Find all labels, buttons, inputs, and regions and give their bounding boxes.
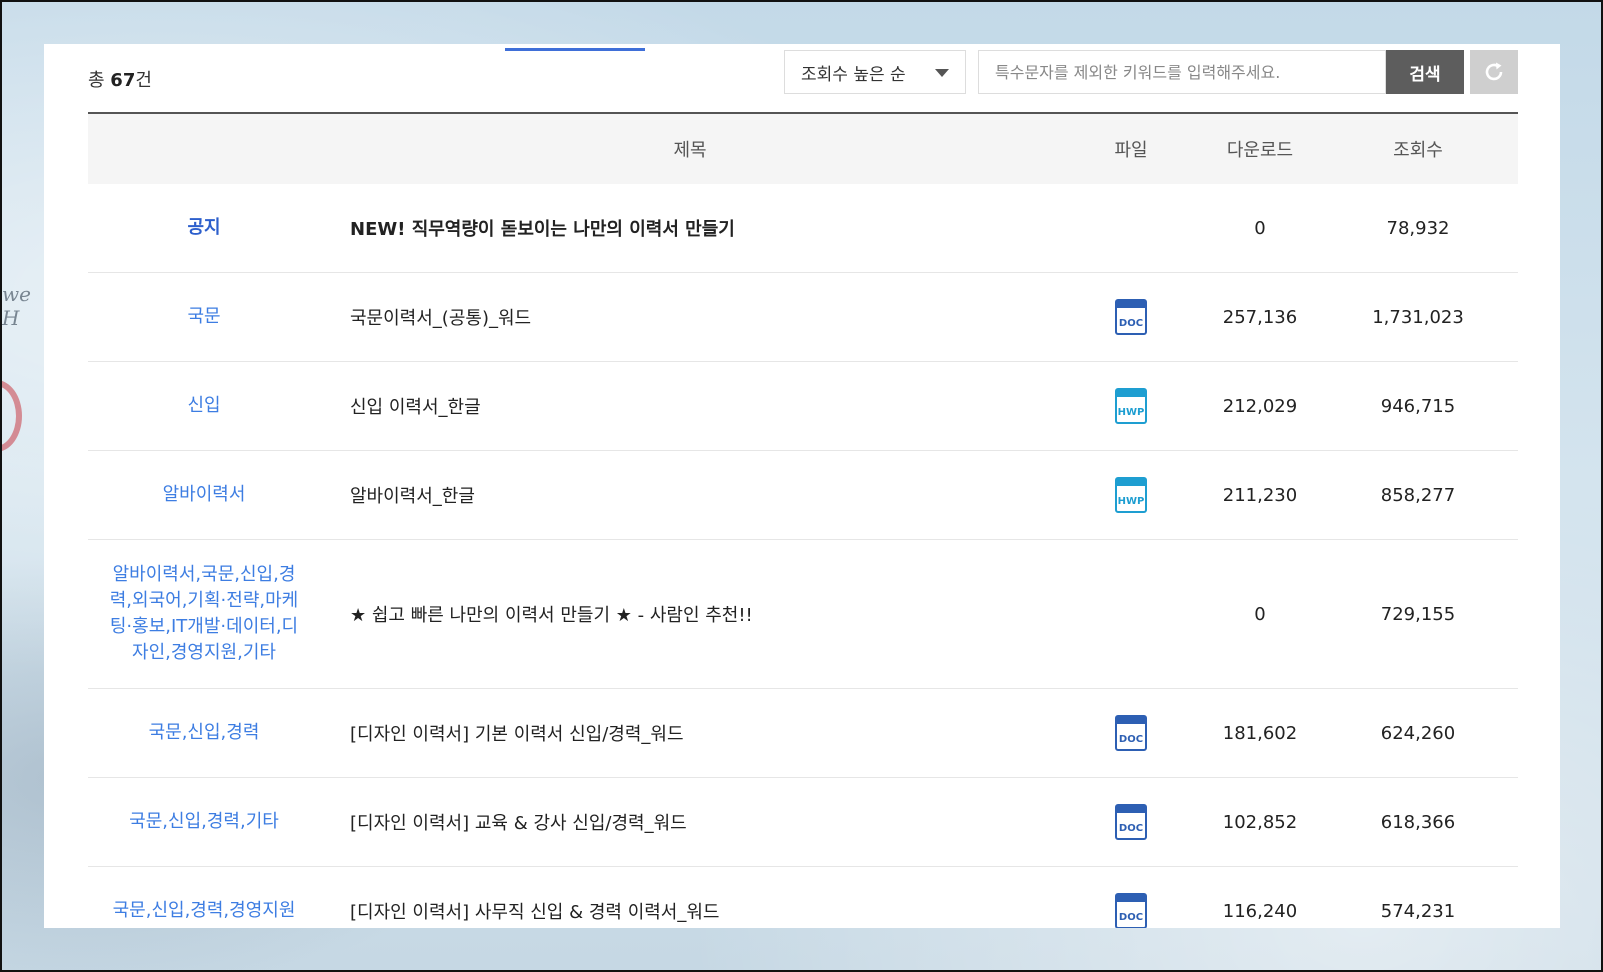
sort-selected-label: 조회수 높은 순 [801,64,906,85]
search-button[interactable]: 검색 [1386,50,1464,94]
doc-file-icon[interactable]: DOC [1115,893,1147,928]
row-category[interactable]: 국문,신입,경력,기타 [88,777,320,867]
row-file-cell: HWP [1060,361,1202,451]
doc-file-icon-label: DOC [1119,823,1143,834]
row-downloads: 0 [1202,539,1318,689]
doc-file-icon-label: DOC [1119,734,1143,745]
background-scribble: H [2,306,20,330]
template-table: 제목 파일 다운로드 조회수 공지 NEW! 직무역량이 돋보이는 나만의 이력… [88,112,1518,928]
hwp-file-icon[interactable]: HWP [1115,477,1147,513]
list-toolbar: 총 67건 조회수 높은 순 검색 [44,44,1560,114]
row-title-link[interactable]: [디자인 이력서] 기본 이력서 신입/경력_워드 [320,688,1060,778]
doc-file-icon[interactable]: DOC [1115,715,1147,751]
row-title-link[interactable]: NEW! 직무역량이 돋보이는 나만의 이력서 만들기 [320,184,1060,273]
doc-file-icon-label: DOC [1119,912,1143,923]
doc-file-icon[interactable]: DOC [1115,299,1147,335]
row-title-link[interactable]: 국문이력서_(공통)_워드 [320,272,1060,362]
row-category[interactable]: 신입 [88,361,320,451]
table-row[interactable]: 공지 NEW! 직무역량이 돋보이는 나만의 이력서 만들기 0 78,932 [88,184,1518,273]
row-category[interactable]: 국문,신입,경력,경영지원 [88,866,320,928]
row-file-cell: DOC [1060,688,1202,778]
row-category[interactable]: 알바이력서,국문,신입,경력,외국어,기획·전략,마케팅·홍보,IT개발·데이터… [88,539,320,689]
row-title-link[interactable]: [디자인 이력서] 사무직 신입 & 경력 이력서_워드 [320,866,1060,928]
total-count-number: 67 [110,70,136,91]
header-category [88,113,320,184]
sort-select[interactable]: 조회수 높은 순 [784,50,966,94]
row-downloads: 116,240 [1202,866,1318,928]
row-views: 78,932 [1318,184,1518,273]
row-file-cell: DOC [1060,866,1202,928]
row-title-link[interactable]: [디자인 이력서] 교육 & 강사 신입/경력_워드 [320,777,1060,867]
row-views: 624,260 [1318,688,1518,778]
row-category[interactable]: 국문 [88,272,320,362]
search-input[interactable] [978,50,1386,94]
row-file-cell: DOC [1060,272,1202,362]
row-downloads: 211,230 [1202,450,1318,540]
row-title-link[interactable]: ★ 쉽고 빠른 나만의 이력서 만들기 ★ - 사람인 추천!! [320,539,1060,689]
row-views: 1,731,023 [1318,272,1518,362]
table-row[interactable]: 국문 국문이력서_(공통)_워드 DOC 257,136 1,731,023 [88,272,1518,362]
table-row[interactable]: 알바이력서,국문,신입,경력,외국어,기획·전략,마케팅·홍보,IT개발·데이터… [88,539,1518,689]
hwp-file-icon-label: HWP [1118,496,1145,507]
row-file-cell: DOC [1060,777,1202,867]
reset-button[interactable] [1470,50,1518,94]
table-row[interactable]: 국문,신입,경력,기타 [디자인 이력서] 교육 & 강사 신입/경력_워드 D… [88,777,1518,867]
total-count-prefix: 총 [88,70,111,91]
hwp-file-icon-label: HWP [1118,407,1145,418]
table-row[interactable]: 국문,신입,경력 [디자인 이력서] 기본 이력서 신입/경력_워드 DOC 1… [88,688,1518,778]
row-views: 618,366 [1318,777,1518,867]
row-file-cell: HWP [1060,450,1202,540]
row-title-link[interactable]: 신입 이력서_한글 [320,361,1060,451]
row-file-cell [1060,539,1202,689]
doc-file-icon[interactable]: DOC [1115,804,1147,840]
row-views: 574,231 [1318,866,1518,928]
total-count-suffix: 건 [135,70,152,91]
header-file: 파일 [1060,113,1202,184]
table-row[interactable]: 국문,신입,경력,경영지원 [디자인 이력서] 사무직 신입 & 경력 이력서_… [88,866,1518,928]
chevron-down-icon [935,69,949,77]
row-downloads: 181,602 [1202,688,1318,778]
header-title[interactable]: 제목 [320,113,1060,184]
header-downloads: 다운로드 [1202,113,1318,184]
table-row[interactable]: 신입 신입 이력서_한글 HWP 212,029 946,715 [88,361,1518,451]
row-category[interactable]: 알바이력서 [88,450,320,540]
resume-template-panel: 총 67건 조회수 높은 순 검색 [44,44,1560,928]
total-count: 총 67건 [88,66,152,92]
table-row[interactable]: 알바이력서 알바이력서_한글 HWP 211,230 858,277 [88,450,1518,540]
refresh-icon [1485,62,1503,81]
doc-file-icon-label: DOC [1119,318,1143,329]
row-file-cell [1060,184,1202,273]
row-views: 946,715 [1318,361,1518,451]
row-category[interactable]: 공지 [88,184,320,273]
row-downloads: 102,852 [1202,777,1318,867]
background-scribble: we [2,282,31,306]
hwp-file-icon[interactable]: HWP [1115,388,1147,424]
row-downloads: 212,029 [1202,361,1318,451]
row-views: 729,155 [1318,539,1518,689]
table-header-row: 제목 파일 다운로드 조회수 [88,113,1518,184]
row-downloads: 0 [1202,184,1318,273]
row-title-link[interactable]: 알바이력서_한글 [320,450,1060,540]
row-downloads: 257,136 [1202,272,1318,362]
header-views: 조회수 [1318,113,1518,184]
template-table-wrapper: 제목 파일 다운로드 조회수 공지 NEW! 직무역량이 돋보이는 나만의 이력… [88,112,1518,928]
row-views: 858,277 [1318,450,1518,540]
background-mark [0,380,22,452]
row-category[interactable]: 국문,신입,경력 [88,688,320,778]
